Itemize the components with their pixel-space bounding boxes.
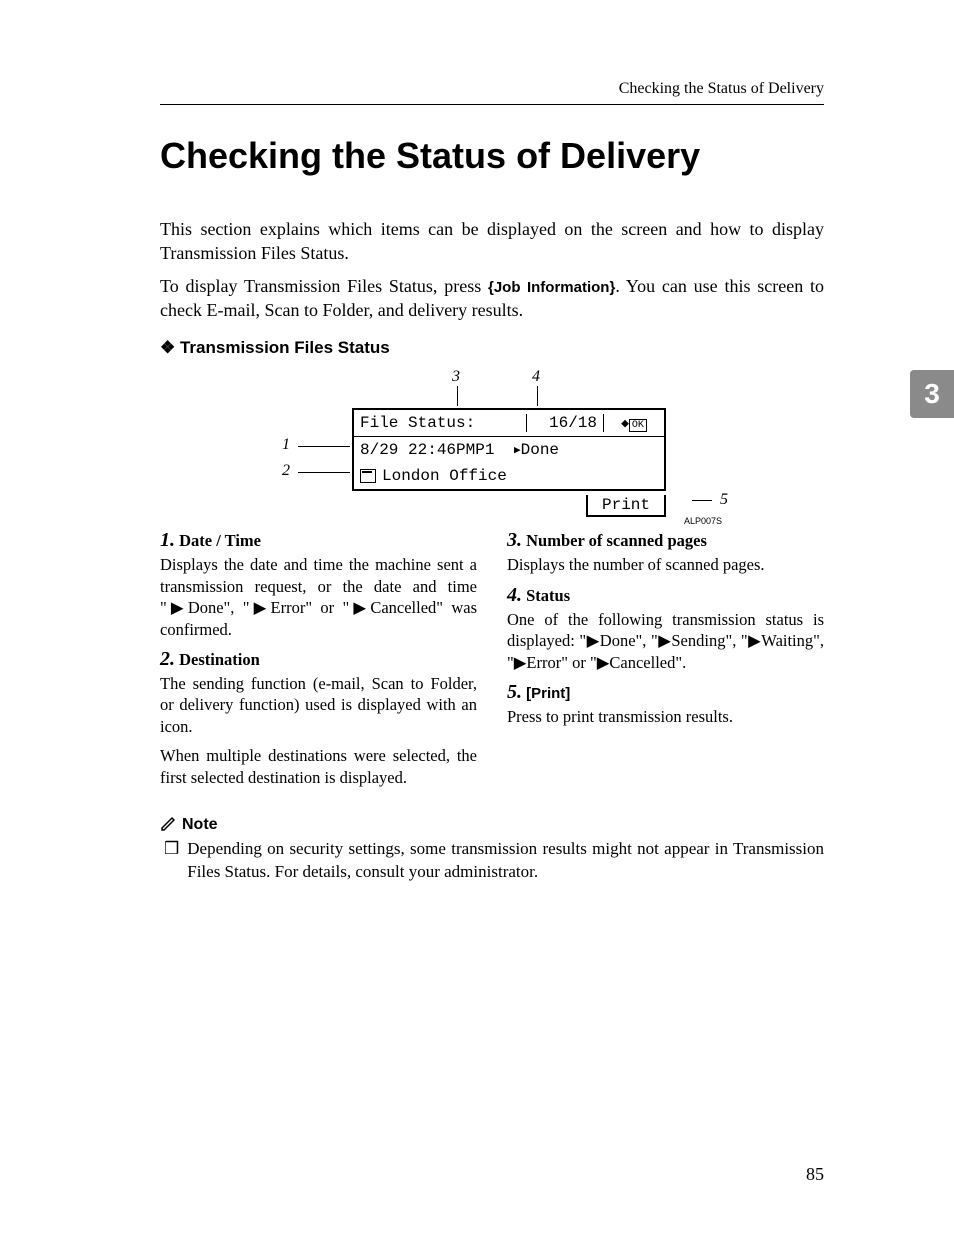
item-4-body: One of the following transmission status… [507,609,824,673]
lcd-diagram: 3 4 1 2 5 File Status: 16/18 ◆OK 8/29 22… [282,368,702,491]
callout-4: 4 [532,368,540,386]
lcd-datetime: 8/29 22:46PMP1 [360,441,510,459]
callout-2: 2 [282,462,290,480]
page-number: 85 [806,1164,824,1185]
item-5-heading: 5. [Print] [507,681,824,704]
callout-5: 5 [720,491,728,509]
intro-paragraph-1: This section explains which items can be… [160,217,824,266]
lcd-status: Done [514,441,559,459]
note-heading: Note [160,814,824,834]
intro-section: This section explains which items can be… [160,217,824,322]
note-bullet: ❒ [164,838,179,884]
item-1-heading: 1. Date / Time [160,529,477,552]
item-2-body-2: When multiple destinations were selected… [160,745,477,788]
definition-columns: 1. Date / Time Displays the date and tim… [160,521,824,796]
lcd-print-button: Print [586,495,666,517]
lcd-destination: London Office [382,467,507,485]
item-5-body: Press to print transmission results. [507,706,824,727]
pencil-icon [160,814,178,832]
lcd-title: File Status: [354,414,527,432]
folder-icon [360,469,376,483]
note-body: ❒ Depending on security settings, some t… [160,838,824,884]
page-title: Checking the Status of Delivery [160,135,824,177]
intro-paragraph-2: To display Transmission Files Status, pr… [160,274,824,323]
job-information-key: Job Information [494,279,610,296]
lcd-ok-indicator: ◆OK [604,416,664,431]
callout-1: 1 [282,436,290,454]
intro-text: To display Transmission Files Status, pr… [160,276,488,296]
item-3-heading: 3. Number of scanned pages [507,529,824,552]
right-column: 3. Number of scanned pages Displays the … [507,521,824,796]
note-text: Depending on security settings, some tra… [187,838,824,884]
subheading-transmission-status: Transmission Files Status [160,338,824,358]
item-3-body: Displays the number of scanned pages. [507,554,824,575]
diagram-caption: ALP007S [684,516,722,526]
lcd-screen: File Status: 16/18 ◆OK 8/29 22:46PMP1 Do… [352,408,666,491]
running-header: Checking the Status of Delivery [160,80,824,98]
item-2-heading: 2. Destination [160,648,477,671]
lcd-page-count: 16/18 [527,414,604,432]
item-2-body-1: The sending function (e-mail, Scan to Fo… [160,673,477,737]
item-1-body: Displays the date and time the machine s… [160,554,477,640]
header-rule [160,104,824,105]
callout-3: 3 [452,368,460,386]
left-column: 1. Date / Time Displays the date and tim… [160,521,477,796]
item-4-heading: 4. Status [507,584,824,607]
